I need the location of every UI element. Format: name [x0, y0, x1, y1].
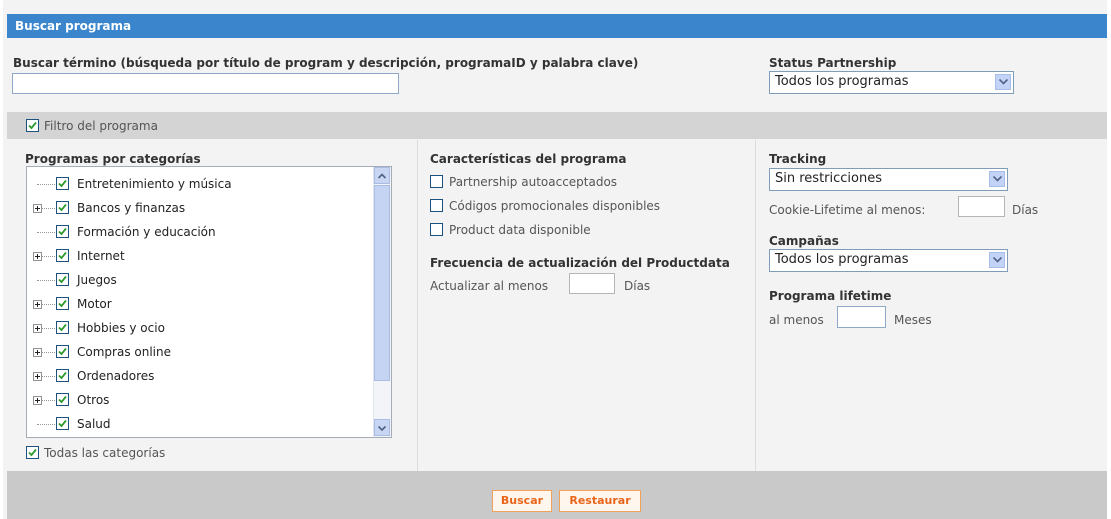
- promo-codes-label: Códigos promocionales disponibles: [449, 199, 661, 213]
- characteristics-label: Características del programa: [430, 152, 627, 166]
- partnership-checkbox[interactable]: [430, 175, 443, 188]
- product-data-checkbox[interactable]: [430, 223, 443, 236]
- promo-codes-checkbox[interactable]: [430, 199, 443, 212]
- category-checkbox[interactable]: [56, 297, 69, 310]
- category-checkbox[interactable]: [56, 177, 69, 190]
- productdata-days-input[interactable]: [569, 273, 615, 294]
- tracking-value: Sin restricciones: [775, 171, 882, 186]
- partnership-label: Partnership autoacceptados: [449, 175, 618, 189]
- lifetime-months-input[interactable]: [837, 306, 886, 328]
- cookie-lifetime-input[interactable]: [958, 196, 1005, 217]
- expand-icon[interactable]: [33, 348, 42, 357]
- column-divider: [417, 140, 418, 471]
- category-checkbox[interactable]: [56, 249, 69, 262]
- filter-band: [7, 112, 1107, 139]
- campaigns-value: Todos los programas: [775, 252, 909, 267]
- category-checkbox[interactable]: [56, 345, 69, 358]
- footer-bar: [7, 471, 1107, 519]
- productdata-suffix: Días: [624, 279, 651, 293]
- product-data-label: Product data disponible: [449, 223, 591, 237]
- status-partnership-label: Status Partnership: [769, 56, 897, 70]
- expand-icon[interactable]: [33, 204, 42, 213]
- expand-icon[interactable]: [33, 396, 42, 405]
- status-partnership-value: Todos los programas: [775, 74, 909, 89]
- tree-scrollbar[interactable]: [373, 167, 391, 437]
- tracking-select[interactable]: Sin restricciones: [769, 168, 1008, 191]
- lifetime-suffix: Meses: [894, 313, 932, 327]
- category-checkbox[interactable]: [56, 273, 69, 286]
- lifetime-label: Programa lifetime: [769, 289, 892, 303]
- search-label: Buscar término (búsqueda por título de p…: [13, 56, 639, 70]
- productdata-label: Frecuencia de actualización del Productd…: [430, 256, 730, 270]
- scroll-thumb[interactable]: [374, 185, 390, 381]
- chevron-down-icon[interactable]: [989, 171, 1005, 187]
- campaigns-label: Campañas: [769, 234, 839, 248]
- campaigns-select[interactable]: Todos los programas: [769, 249, 1008, 272]
- categories-label: Programas por categorías: [25, 152, 201, 166]
- category-checkbox[interactable]: [56, 369, 69, 382]
- status-partnership-select[interactable]: Todos los programas: [769, 71, 1014, 94]
- scroll-down-button[interactable]: [374, 419, 390, 436]
- chevron-down-icon[interactable]: [995, 74, 1011, 90]
- search-program-panel: Buscar programa Buscar término (búsqueda…: [3, 0, 1107, 519]
- scroll-up-button[interactable]: [374, 167, 390, 184]
- category-checkbox[interactable]: [56, 321, 69, 334]
- expand-icon[interactable]: [33, 324, 42, 333]
- search-button[interactable]: Buscar: [492, 490, 552, 512]
- category-checkbox[interactable]: [56, 201, 69, 214]
- filter-checkbox[interactable]: [26, 119, 39, 132]
- cookie-lifetime-suffix: Días: [1012, 203, 1039, 217]
- all-categories-checkbox[interactable]: [26, 446, 39, 459]
- expand-icon[interactable]: [33, 252, 42, 261]
- productdata-prefix: Actualizar al menos: [430, 279, 549, 293]
- category-checkbox[interactable]: [56, 417, 69, 430]
- filter-label: Filtro del programa: [44, 119, 158, 133]
- expand-icon[interactable]: [33, 372, 42, 381]
- panel-header: Buscar programa: [7, 14, 1107, 38]
- lifetime-prefix: al menos: [769, 313, 824, 327]
- column-divider: [755, 140, 756, 471]
- category-checkbox[interactable]: [56, 225, 69, 238]
- reset-button[interactable]: Restaurar: [559, 490, 641, 512]
- categories-tree: Entretenimiento y música Bancos y finanz…: [26, 166, 392, 438]
- all-categories-label: Todas las categorías: [44, 446, 166, 460]
- tracking-label: Tracking: [769, 152, 827, 166]
- chevron-down-icon[interactable]: [989, 252, 1005, 268]
- category-checkbox[interactable]: [56, 393, 69, 406]
- expand-icon[interactable]: [33, 300, 42, 309]
- cookie-lifetime-label: Cookie-Lifetime al menos:: [769, 203, 926, 217]
- search-input[interactable]: [12, 73, 399, 94]
